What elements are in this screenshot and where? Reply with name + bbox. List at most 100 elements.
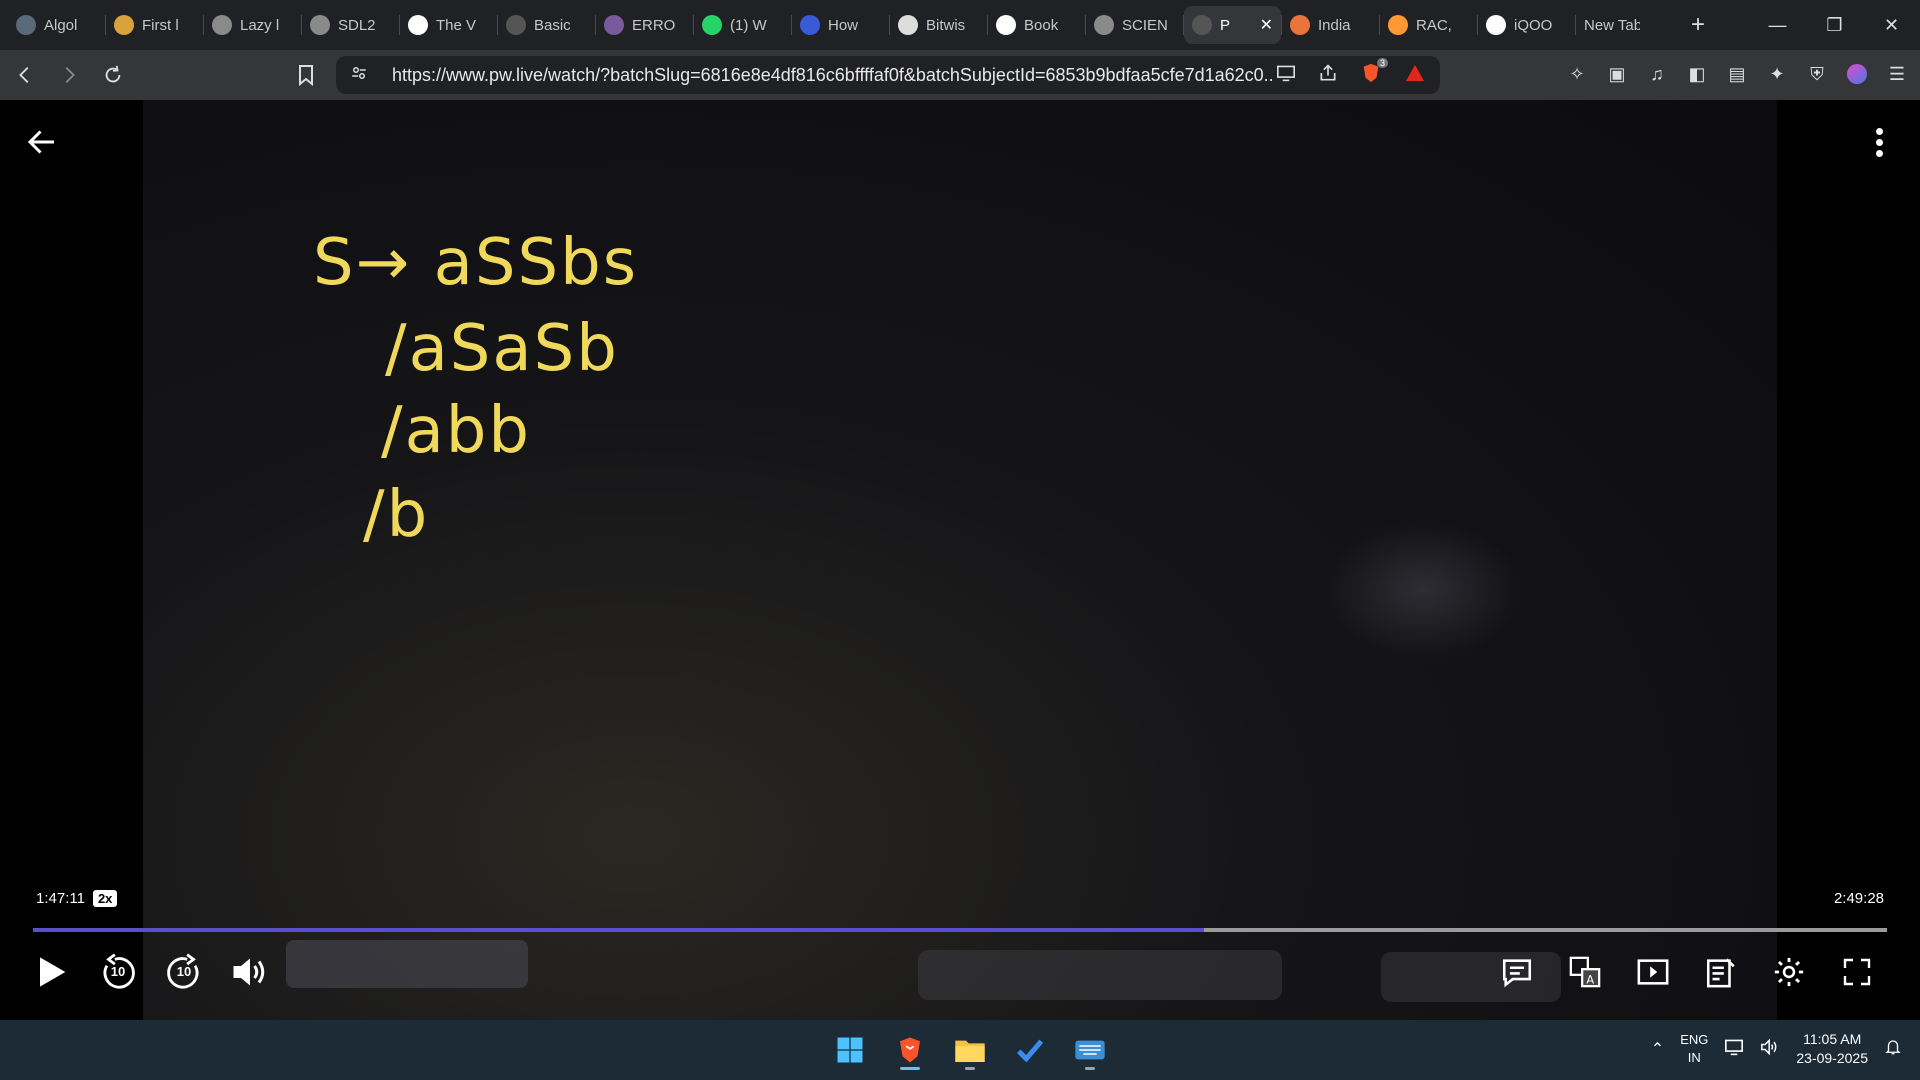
error-site-icon bbox=[604, 15, 624, 35]
notification-bell-icon[interactable] bbox=[1884, 1037, 1902, 1062]
play-icon[interactable] bbox=[30, 950, 74, 994]
back-nav-icon[interactable] bbox=[6, 56, 44, 94]
language-indicator[interactable]: ENG IN bbox=[1680, 1031, 1708, 1067]
sidebar-toggle-icon[interactable]: ◧ bbox=[1684, 60, 1710, 88]
more-options-icon[interactable] bbox=[1876, 128, 1886, 162]
file-explorer-icon[interactable] bbox=[948, 1030, 992, 1070]
brave-browser-icon[interactable] bbox=[888, 1030, 932, 1070]
browser-tab[interactable]: ERRO bbox=[596, 6, 693, 44]
new-tab-plus-icon[interactable]: + bbox=[1683, 11, 1713, 39]
share-icon[interactable] bbox=[1318, 63, 1338, 88]
region-code: IN bbox=[1687, 1050, 1701, 1065]
reload-icon[interactable] bbox=[94, 56, 132, 94]
chevron-up-icon[interactable]: ⌃ bbox=[1651, 1039, 1664, 1059]
close-window-button[interactable]: ✕ bbox=[1863, 0, 1920, 50]
translate-icon[interactable]: A bbox=[1566, 953, 1604, 991]
clock[interactable]: 11:05 AM 23-09-2025 bbox=[1796, 1030, 1868, 1068]
vpn-icon[interactable]: ⛨ bbox=[1804, 60, 1830, 88]
restore-button[interactable]: ❐ bbox=[1806, 0, 1863, 50]
board-line-4: /b bbox=[363, 478, 430, 552]
extensions-icon[interactable]: ✧ bbox=[1564, 60, 1590, 88]
browser-tab-bar: Algol First l Lazy l SDL2 The V Basic ERRO (1) … bbox=[0, 0, 1920, 50]
bitwise-site-icon bbox=[898, 15, 918, 35]
browser-tab[interactable]: RAC, bbox=[1380, 6, 1477, 44]
tab-label: Basic bbox=[534, 16, 571, 34]
forward-nav-icon[interactable] bbox=[50, 56, 88, 94]
whiteboard-tools-left bbox=[286, 940, 528, 988]
video-frame[interactable]: S→ aSSbs /aSaSb /abb /b PW BoardMarkFile… bbox=[143, 100, 1777, 1020]
window-controls: — ❐ ✕ bbox=[1749, 0, 1920, 50]
bookmark-icon[interactable] bbox=[294, 63, 318, 87]
cast-icon[interactable] bbox=[1276, 64, 1296, 87]
rewind-10-icon[interactable]: 10 bbox=[96, 950, 140, 994]
notes-icon[interactable] bbox=[1702, 953, 1740, 991]
back-arrow-icon[interactable] bbox=[24, 124, 60, 160]
menu-icon[interactable]: ☰ bbox=[1884, 60, 1910, 88]
browser-tab[interactable]: iQOO bbox=[1478, 6, 1575, 44]
reader-mode-icon[interactable]: ▣ bbox=[1604, 60, 1630, 88]
browser-tab[interactable]: Lazy l bbox=[204, 6, 301, 44]
settings-gear-icon[interactable] bbox=[1770, 953, 1808, 991]
address-bar[interactable]: https://www.pw.live/watch/?batchSlug=681… bbox=[336, 56, 1440, 94]
browser-tab[interactable]: SDL2 bbox=[302, 6, 399, 44]
tab-label: How bbox=[828, 16, 859, 34]
site-settings-icon[interactable] bbox=[350, 64, 368, 87]
network-icon[interactable] bbox=[1724, 1038, 1744, 1061]
speaker-icon[interactable] bbox=[1760, 1038, 1780, 1061]
browser-toolbar: https://www.pw.live/watch/?batchSlug=681… bbox=[0, 50, 1920, 100]
svg-text:A: A bbox=[1586, 972, 1594, 986]
globe-icon bbox=[212, 15, 232, 35]
start-windows-icon[interactable] bbox=[828, 1030, 872, 1070]
tab-label: SDL2 bbox=[338, 16, 376, 34]
speed-badge[interactable]: 2x bbox=[92, 890, 118, 907]
browser-tab[interactable]: Basic bbox=[498, 6, 595, 44]
progress-fill bbox=[33, 928, 1205, 932]
profile-icon[interactable] bbox=[1844, 60, 1870, 88]
tab-label: RAC, bbox=[1416, 16, 1452, 34]
browser-tab[interactable]: (1) W bbox=[694, 6, 791, 44]
url-text: https://www.pw.live/watch/?batchSlug=681… bbox=[392, 64, 1272, 85]
browser-tab[interactable]: New Tab bbox=[1576, 6, 1673, 44]
browser-tab[interactable]: SCIEN bbox=[1086, 6, 1183, 44]
browser-tab[interactable]: How bbox=[792, 6, 889, 44]
browser-tab[interactable]: First l bbox=[106, 6, 203, 44]
chat-icon[interactable] bbox=[1498, 953, 1536, 991]
brave-shields-icon[interactable]: 3 bbox=[1360, 57, 1388, 89]
keyboard-app-icon[interactable] bbox=[1068, 1030, 1112, 1070]
current-time: 1:47:11 bbox=[36, 890, 85, 907]
tab-label: (1) W bbox=[730, 16, 767, 34]
video-player[interactable]: S→ aSSbs /aSaSb /abb /b PW BoardMarkFile… bbox=[0, 100, 1920, 1020]
minimize-button[interactable]: — bbox=[1749, 0, 1806, 50]
brave-rewards-icon[interactable] bbox=[1404, 63, 1426, 88]
close-tab-icon[interactable]: ✕ bbox=[1260, 15, 1273, 35]
board-line-2: /aSaSb bbox=[385, 312, 619, 386]
tab-label: The V bbox=[436, 16, 477, 34]
globe-icon bbox=[1094, 15, 1114, 35]
board-line-3: /abb bbox=[381, 394, 532, 468]
browser-tab[interactable]: The V bbox=[400, 6, 497, 44]
tab-label: Algol bbox=[44, 16, 78, 34]
browser-tab[interactable]: Bitwis bbox=[890, 6, 987, 44]
browser-tab[interactable]: Book bbox=[988, 6, 1085, 44]
forward-10-icon[interactable]: 10 bbox=[162, 950, 206, 994]
tab-label: Book bbox=[1024, 16, 1059, 34]
amazon-icon bbox=[1486, 15, 1506, 35]
india-site-icon bbox=[1290, 15, 1310, 35]
browser-tab[interactable]: Algol bbox=[8, 6, 105, 44]
slides-icon[interactable] bbox=[1634, 953, 1672, 991]
first-site-icon bbox=[114, 15, 134, 35]
basic-site-icon bbox=[506, 15, 526, 35]
progress-bar[interactable] bbox=[33, 928, 1887, 932]
volume-icon[interactable] bbox=[228, 950, 272, 994]
todo-check-icon[interactable] bbox=[1008, 1030, 1052, 1070]
board-glare bbox=[1323, 520, 1523, 660]
leo-ai-icon[interactable]: ✦ bbox=[1764, 60, 1790, 88]
media-icon[interactable]: ♫ bbox=[1644, 60, 1670, 88]
browser-tab[interactable]: India bbox=[1282, 6, 1379, 44]
tab-label: Lazy l bbox=[240, 16, 280, 34]
fullscreen-icon[interactable] bbox=[1838, 953, 1876, 991]
browser-tab[interactable]: P ✕ bbox=[1184, 6, 1281, 44]
google-icon bbox=[996, 15, 1016, 35]
board-line-1: S→ aSSbs bbox=[313, 226, 639, 300]
wallet-icon[interactable]: ▤ bbox=[1724, 60, 1750, 88]
